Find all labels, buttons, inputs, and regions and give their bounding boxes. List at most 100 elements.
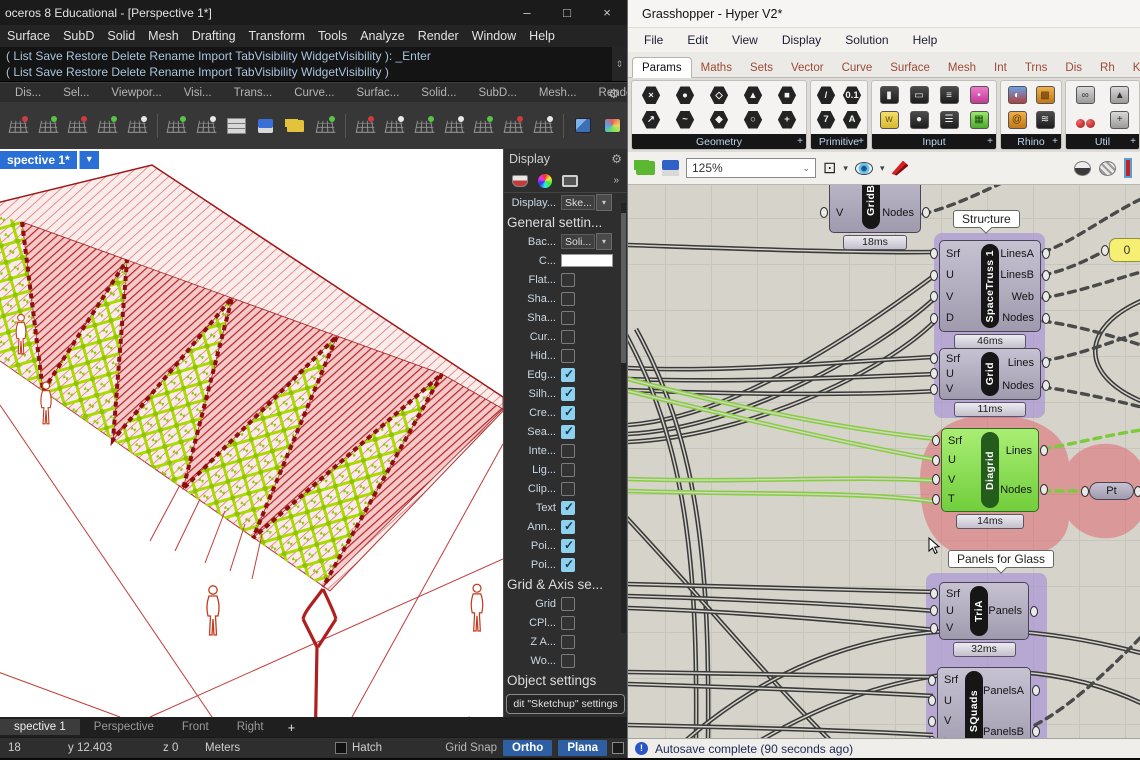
toolbar-icon[interactable] <box>93 111 122 141</box>
hatch-swatch[interactable] <box>335 742 347 754</box>
rhino-icon[interactable]: ◐ <box>1008 86 1027 104</box>
expand-icon[interactable]: + <box>987 136 993 147</box>
more-tabs-icon[interactable]: » <box>613 175 619 186</box>
color-wheel-icon[interactable] <box>538 174 552 188</box>
component-diagrid-selected[interactable]: Srf U V T Diagrid Lines Nodes 14ms <box>941 428 1039 529</box>
zoom-select[interactable]: 125% ⌄ <box>686 158 816 178</box>
knob-icon[interactable]: ● <box>910 111 929 129</box>
checkbox[interactable] <box>561 635 575 649</box>
menu-item[interactable]: Transform <box>249 29 306 43</box>
tab-sets[interactable]: Sets <box>741 58 782 77</box>
render-icon[interactable] <box>569 111 598 141</box>
output-linesb[interactable]: LinesB <box>999 269 1040 282</box>
slider-icon[interactable]: ▮ <box>880 86 899 104</box>
checkbox[interactable] <box>561 539 575 553</box>
toolbar-tab[interactable]: Viewpor... <box>100 87 172 99</box>
checkbox[interactable] <box>561 273 575 287</box>
hatch-label[interactable]: Hatch <box>352 742 382 754</box>
param-icon[interactable]: + <box>778 110 797 129</box>
checkbox[interactable] <box>561 463 575 477</box>
component-name[interactable]: TriA <box>970 586 988 636</box>
chevron-down-icon[interactable]: ▾ <box>843 163 848 174</box>
input-srf[interactable]: Srf <box>940 247 981 260</box>
menu-item[interactable]: File <box>644 33 663 47</box>
command-scrollbar[interactable]: ⇕ <box>612 47 627 81</box>
toolbar-icon[interactable] <box>499 111 528 141</box>
output-linesa[interactable]: LinesA <box>999 247 1040 260</box>
component-grid[interactable]: Srf U V Grid Lines Nodes 11ms <box>939 348 1041 417</box>
tab-int[interactable]: Int <box>985 58 1016 77</box>
component-name[interactable]: Grid <box>981 352 999 396</box>
checkbox[interactable] <box>561 387 575 401</box>
tab-surface[interactable]: Surface <box>881 58 939 77</box>
group-label-panels[interactable]: Panels for Glass <box>948 550 1054 568</box>
param-icon[interactable]: 7 <box>817 110 836 129</box>
input-u[interactable]: U <box>940 269 981 282</box>
input-v[interactable]: V <box>940 622 970 635</box>
param-icon[interactable]: ◆ <box>710 110 729 129</box>
tab-maths[interactable]: Maths <box>692 58 741 77</box>
input-v[interactable]: V <box>942 473 981 486</box>
checkbox[interactable] <box>561 425 575 439</box>
menu-item[interactable]: Surface <box>7 29 50 43</box>
component-tria[interactable]: Srf U V TriA Panels 32ms <box>939 582 1029 657</box>
toolbar-tab[interactable]: Sel... <box>52 87 100 99</box>
checkbox[interactable] <box>561 520 575 534</box>
toolbar-tab[interactable]: Surfac... <box>345 87 410 99</box>
move-icon[interactable] <box>380 111 409 141</box>
visibility-icon[interactable] <box>351 111 380 141</box>
group-label-structure[interactable]: Structure <box>953 210 1020 228</box>
grid-snap-toggle[interactable]: Grid Snap <box>445 742 497 754</box>
menu-item[interactable]: View <box>732 33 758 47</box>
palette-group-label[interactable]: Geometry + <box>632 134 806 149</box>
output-lines[interactable]: Lines <box>999 356 1040 369</box>
checkbox[interactable] <box>561 482 575 496</box>
material-icon[interactable] <box>598 111 627 141</box>
output-lines[interactable]: Lines <box>999 444 1038 457</box>
tab-mesh[interactable]: Mesh <box>939 58 985 77</box>
color-swatch[interactable] <box>561 254 613 267</box>
checkbox[interactable] <box>561 558 575 572</box>
param-icon[interactable]: ● <box>676 86 695 105</box>
component-spacetruss[interactable]: Srf U V D SpaceTruss 1 LinesA LinesB Web… <box>939 240 1041 349</box>
checkbox[interactable] <box>561 368 575 382</box>
menu-item[interactable]: Mesh <box>148 29 179 43</box>
component-name[interactable]: GridBra <box>862 185 880 229</box>
menu-item[interactable]: SubD <box>63 29 94 43</box>
menu-item[interactable]: Display <box>782 33 821 47</box>
gear-icon[interactable]: ⚙ <box>611 152 622 166</box>
open-file-icon[interactable] <box>281 111 310 141</box>
list-icon[interactable]: ☰ <box>940 111 959 129</box>
toolbar-tab[interactable]: Mesh... <box>528 87 588 99</box>
palette-group-label[interactable]: Input + <box>872 134 996 149</box>
param-icon[interactable]: ○ <box>744 110 763 129</box>
toolbar-icon[interactable] <box>410 111 439 141</box>
honeycomb-icon[interactable]: ▩ <box>1036 86 1055 104</box>
selected-preview-icon[interactable] <box>1124 158 1132 178</box>
chevron-down-icon[interactable]: ▾ <box>596 233 612 250</box>
param-pt[interactable]: Pt <box>1089 482 1134 500</box>
checkbox[interactable] <box>561 501 575 515</box>
chevron-down-icon[interactable]: ⌄ <box>802 163 810 174</box>
menu-item[interactable]: Render <box>418 29 459 43</box>
save-icon[interactable] <box>662 160 679 176</box>
menu-item[interactable]: Tools <box>318 29 347 43</box>
input-srf[interactable]: Srf <box>940 352 981 365</box>
input-v[interactable]: V <box>940 290 981 303</box>
expand-icon[interactable]: + <box>1130 136 1136 147</box>
menu-item[interactable]: Edit <box>687 33 708 47</box>
spiral-icon[interactable]: @ <box>1008 111 1027 129</box>
expand-icon[interactable]: + <box>858 136 864 147</box>
input-v[interactable]: V <box>830 206 862 219</box>
display-mode-select[interactable]: Ske... ▾ <box>561 194 612 211</box>
sketch-pen-icon[interactable] <box>891 161 908 176</box>
jump-icon[interactable]: + <box>1110 111 1129 129</box>
toolbar-icon[interactable] <box>440 111 469 141</box>
viewport-tab[interactable]: Perspective <box>80 719 168 735</box>
param-icon[interactable]: ▲ <box>744 86 763 105</box>
component-name[interactable]: SpaceTruss 1 <box>981 244 999 328</box>
component-gridbrace[interactable]: U V GridBra LinesB Nodes 18ms <box>829 185 921 250</box>
add-viewport-icon[interactable]: + <box>278 720 306 735</box>
toolbar-icon[interactable] <box>4 111 33 141</box>
checkbox[interactable] <box>561 444 575 458</box>
